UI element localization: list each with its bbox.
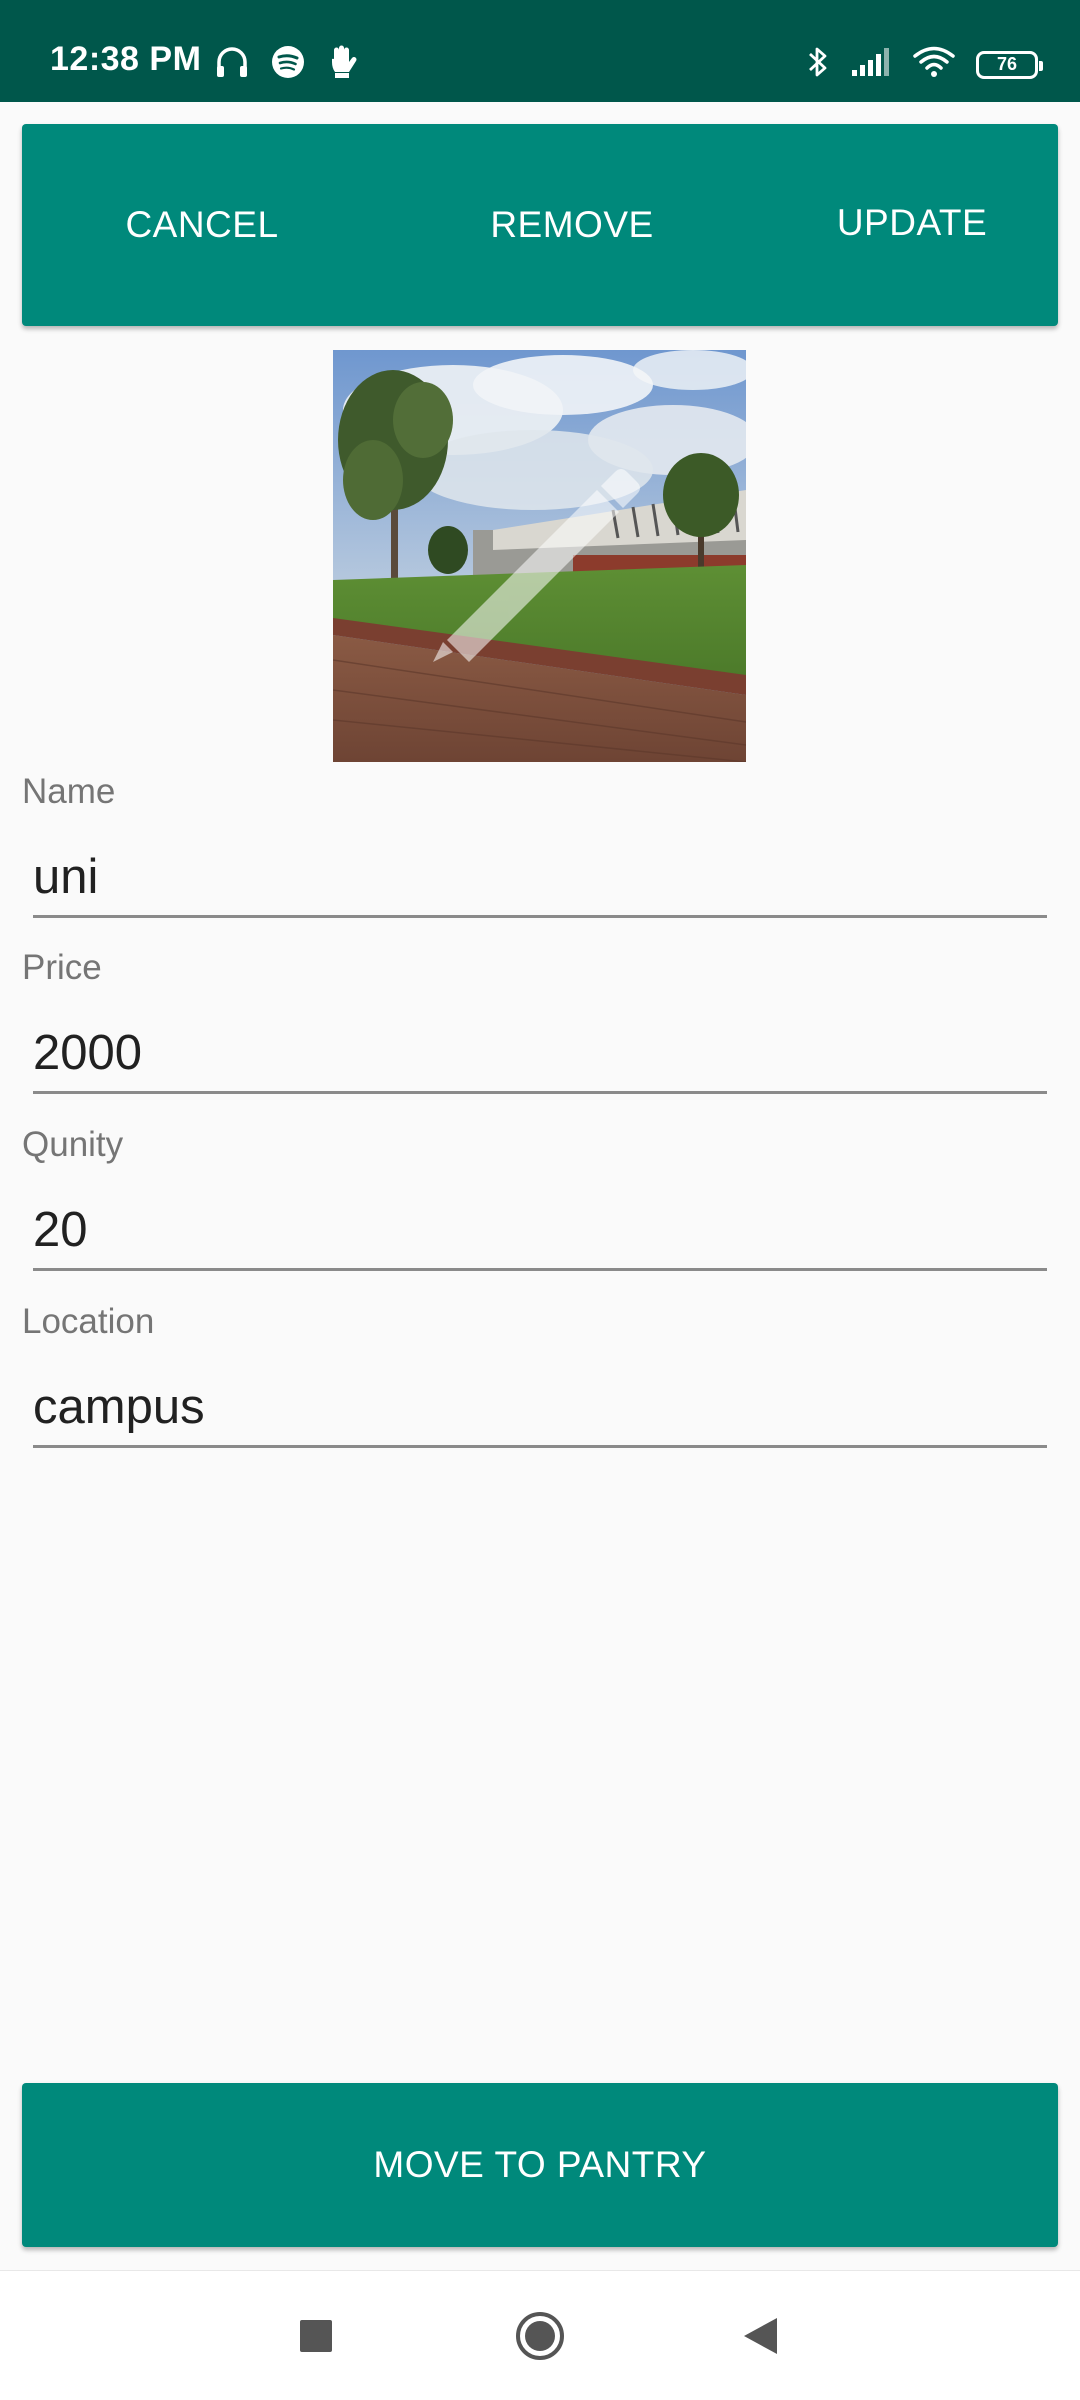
recents-button[interactable]: [256, 2271, 376, 2400]
update-button[interactable]: UPDATE: [782, 122, 1042, 324]
location-label: Location: [22, 1302, 155, 1341]
headphones-icon: [214, 44, 250, 85]
item-image[interactable]: [333, 350, 746, 762]
bluetooth-icon: [806, 44, 830, 85]
navigation-bar: [0, 2270, 1080, 2400]
back-triangle-icon: [744, 2318, 777, 2354]
status-bar: 12:38 PM 76: [0, 0, 1080, 102]
home-circle-icon: [516, 2312, 564, 2360]
home-button[interactable]: [480, 2271, 600, 2400]
cellular-signal-icon: [850, 46, 892, 83]
back-button[interactable]: [700, 2271, 820, 2400]
action-bar: CANCEL REMOVE UPDATE: [22, 124, 1058, 326]
name-label: Name: [22, 772, 116, 811]
name-field[interactable]: [33, 838, 1047, 918]
quantity-label: Qunity: [22, 1125, 124, 1164]
spotify-icon: [270, 44, 306, 85]
edit-pencil-icon[interactable]: [333, 350, 746, 762]
status-right-icons: 76: [806, 44, 1043, 85]
remove-button[interactable]: REMOVE: [412, 124, 732, 326]
price-field[interactable]: [33, 1014, 1047, 1094]
screen: 12:38 PM 76 CANCEL REMOVE UPDATE Name un…: [0, 0, 1080, 2400]
location-field[interactable]: [33, 1368, 1047, 1448]
price-label: Price: [22, 948, 102, 987]
battery-level: 76: [996, 54, 1018, 74]
wifi-icon: [912, 45, 956, 84]
quantity-field[interactable]: [33, 1191, 1047, 1271]
battery-icon: 76: [976, 50, 1043, 79]
recents-square-icon: [300, 2320, 332, 2352]
status-time: 12:38 PM: [50, 40, 202, 78]
status-left-icons: [214, 44, 358, 85]
hand-icon: [326, 44, 358, 85]
move-to-pantry-button[interactable]: MOVE TO PANTRY: [22, 2083, 1058, 2247]
cancel-button[interactable]: CANCEL: [62, 124, 342, 326]
